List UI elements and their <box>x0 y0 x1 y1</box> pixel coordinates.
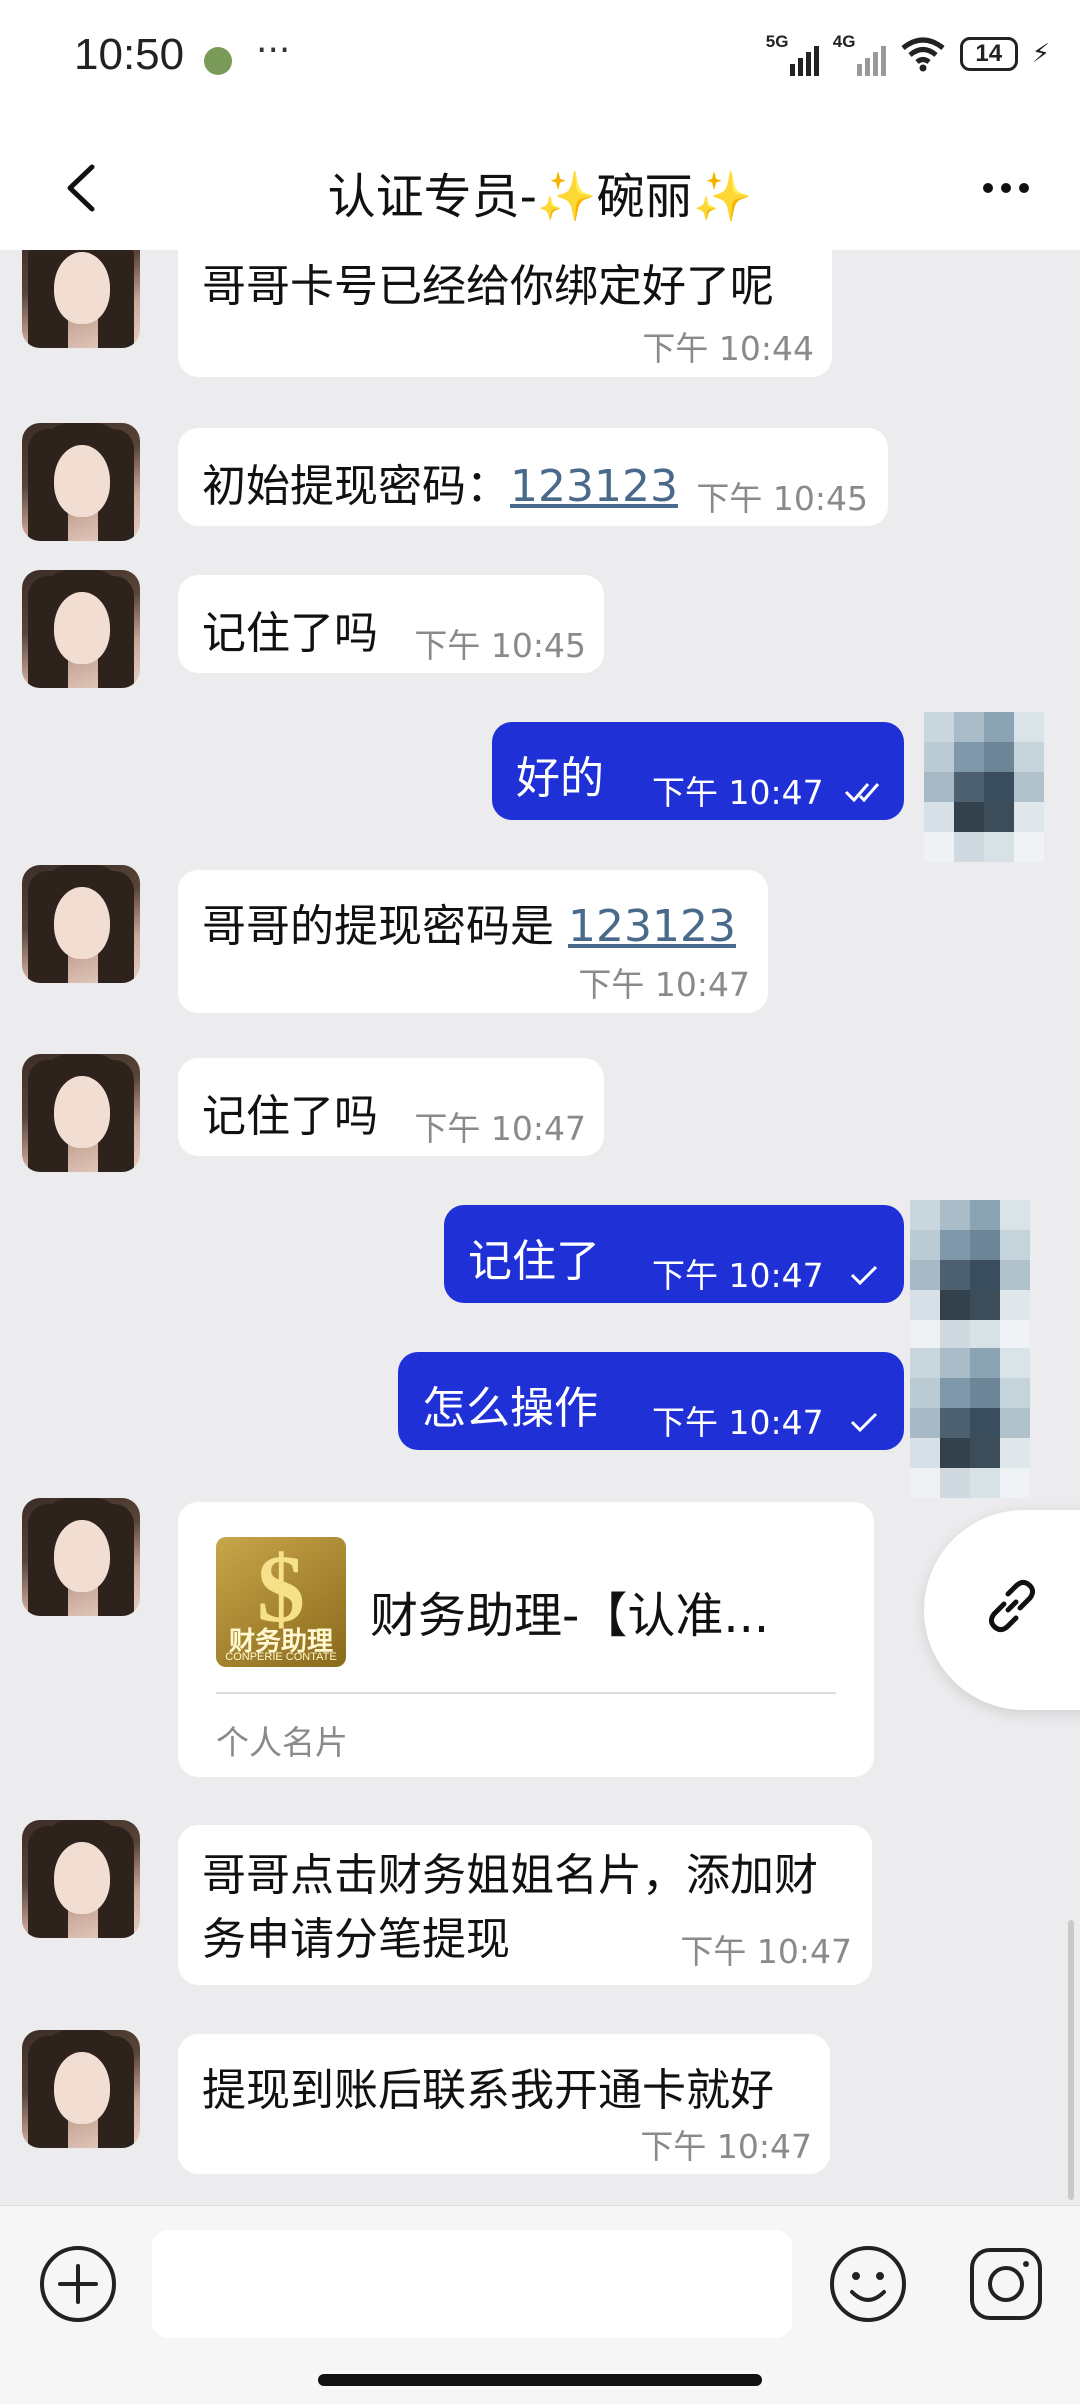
message-text: 好的 <box>516 753 604 804</box>
contact-avatar[interactable] <box>22 1820 140 1938</box>
app-notification-icon <box>204 47 232 75</box>
incoming-message[interactable]: 记住了吗 下午 10:47 <box>178 1058 604 1156</box>
contact-card-message[interactable]: $ 财务助理 CONPERIE CONTATE 财务助理-【认准... 个人名片 <box>178 1502 874 1777</box>
user-avatar-blurred[interactable] <box>910 1348 1030 1498</box>
incoming-message[interactable]: 提现到账后联系我开通卡就好 下午 10:47 <box>178 2034 830 2174</box>
contact-avatar[interactable] <box>22 2030 140 2148</box>
contact-avatar[interactable] <box>22 1498 140 1616</box>
password-link[interactable]: 123123 <box>568 901 736 952</box>
message-time: 下午 10:47 <box>640 2127 812 2166</box>
incoming-message[interactable]: 哥哥卡号已经给你绑定好了呢 下午 10:44 <box>178 250 832 377</box>
charging-icon: ⚡ <box>1031 39 1050 69</box>
signal-4g-icon: 4G <box>833 32 886 76</box>
message-list[interactable]: 哥哥卡号已经给你绑定好了呢 下午 10:44 初始提现密码：123123 下午 … <box>0 250 1080 2205</box>
camera-icon[interactable] <box>964 2242 1048 2326</box>
card-type-label: 个人名片 <box>216 1723 348 1762</box>
message-time: 下午 10:47 <box>578 965 750 1004</box>
message-text: 提现到账后联系我开通卡就好 <box>202 2065 774 2116</box>
wifi-icon <box>901 37 945 72</box>
outgoing-message[interactable]: 怎么操作 下午 10:47 <box>398 1352 904 1450</box>
message-text-line1: 哥哥点击财务姐姐名片，添加财 <box>202 1850 818 1901</box>
user-avatar-blurred[interactable] <box>924 712 1044 862</box>
contact-avatar[interactable] <box>22 423 140 541</box>
battery-icon: 14 <box>959 37 1018 71</box>
message-text: 哥哥的提现密码是 123123 <box>202 890 736 954</box>
logo-subtext: CONPERIE CONTATE <box>225 1651 337 1663</box>
status-indicators: 5G 4G 14 ⚡ <box>766 32 1050 76</box>
plus-icon[interactable] <box>36 2242 120 2326</box>
message-time: 下午 10:44 <box>642 329 814 368</box>
message-time: 下午 10:45 <box>414 626 586 665</box>
chat-title[interactable]: 认证专员-✨碗丽✨ <box>0 157 1080 227</box>
message-text: 怎么操作 <box>422 1383 598 1434</box>
card-avatar-logo: $ 财务助理 CONPERIE CONTATE <box>216 1537 346 1667</box>
incoming-message[interactable]: 初始提现密码：123123 下午 10:45 <box>178 428 888 526</box>
message-text-line2: 务申请分笔提现 <box>202 1914 510 1965</box>
contact-avatar[interactable] <box>22 250 140 348</box>
message-time: 下午 10:45 <box>696 479 868 518</box>
message-input[interactable] <box>152 2230 792 2338</box>
incoming-message[interactable]: 记住了吗 下午 10:45 <box>178 575 604 673</box>
contact-avatar[interactable] <box>22 865 140 983</box>
user-avatar-blurred[interactable] <box>910 1200 1030 1350</box>
read-double-check-icon <box>844 783 880 803</box>
contact-avatar[interactable] <box>22 570 140 688</box>
battery-level: 14 <box>975 40 1003 67</box>
emoji-icon[interactable] <box>826 2242 910 2326</box>
message-text: 初始提现密码：123123 <box>202 450 678 514</box>
message-text: 记住了 <box>468 1236 600 1287</box>
outgoing-message[interactable]: 记住了 下午 10:47 <box>444 1205 904 1303</box>
message-time: 下午 10:47 <box>652 1403 824 1442</box>
message-text: 记住了吗 <box>202 608 378 659</box>
contact-avatar[interactable] <box>22 1054 140 1172</box>
status-time: 10:50 <box>74 30 185 79</box>
sent-check-icon <box>850 1265 878 1286</box>
message-text: 记住了吗 <box>202 1091 378 1142</box>
message-label: 初始提现密码： <box>202 461 510 512</box>
card-contact-name: 财务助理-【认准... <box>370 1588 770 1644</box>
incoming-message[interactable]: 哥哥点击财务姐姐名片，添加财 务申请分笔提现 下午 10:47 <box>178 1825 872 1985</box>
status-bar: 10:50 ··· 5G 4G 14 ⚡ <box>0 0 1080 125</box>
message-time: 下午 10:47 <box>680 1932 852 1971</box>
message-time: 下午 10:47 <box>652 773 824 812</box>
password-link[interactable]: 123123 <box>510 461 678 512</box>
incoming-message[interactable]: 哥哥的提现密码是 123123 下午 10:47 <box>178 870 768 1013</box>
card-divider <box>216 1692 836 1694</box>
message-time: 下午 10:47 <box>652 1256 824 1295</box>
message-input-bar <box>0 2205 1080 2404</box>
message-label: 哥哥的提现密码是 <box>202 901 568 952</box>
outgoing-message[interactable]: 好的 下午 10:47 <box>492 722 904 820</box>
signal-5g-icon: 5G <box>766 32 819 76</box>
home-indicator[interactable] <box>318 2374 762 2386</box>
more-dots-icon[interactable] <box>980 175 1032 201</box>
sent-check-icon <box>850 1412 878 1433</box>
more-notifications-icon: ··· <box>256 30 291 71</box>
signal-5g-label: 5G <box>765 32 789 51</box>
chat-header: 认证专员-✨碗丽✨ <box>0 125 1080 251</box>
link-icon <box>988 1579 1036 1633</box>
message-text: 哥哥卡号已经给你绑定好了呢 <box>202 261 774 312</box>
message-time: 下午 10:47 <box>414 1109 586 1148</box>
signal-4g-label: 4G <box>832 32 856 51</box>
scrollbar[interactable] <box>1068 1920 1074 2200</box>
